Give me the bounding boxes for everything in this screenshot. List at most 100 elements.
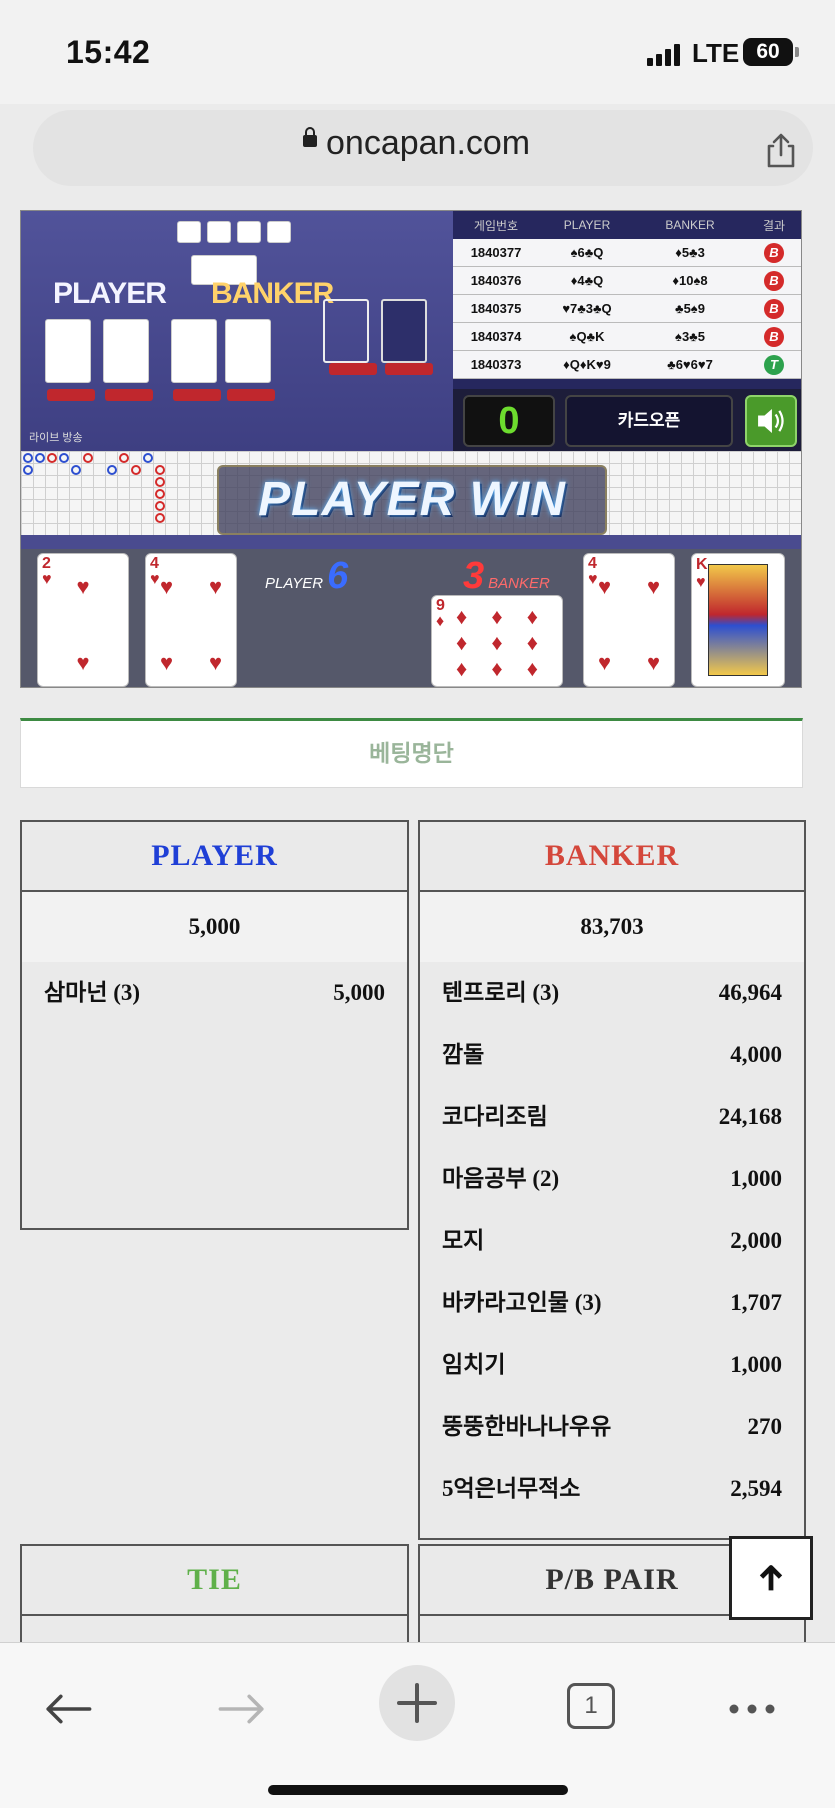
table-label-banker: BANKER: [211, 277, 334, 310]
speaker-icon[interactable]: [745, 395, 797, 447]
road-marker: [155, 489, 165, 499]
history-row: 1840377 ♠6♣Q ♦5♣3 B: [453, 239, 801, 267]
share-icon[interactable]: [761, 128, 801, 170]
table-marker: [227, 389, 275, 401]
history-row: 1840376 ♦4♣Q ♦10♠8 B: [453, 267, 801, 295]
signal-icon: [647, 42, 680, 66]
table-card: [103, 319, 149, 383]
arrow-up-icon: [759, 1565, 783, 1591]
back-button[interactable]: [38, 1679, 98, 1739]
result-banner: PLAYER WIN: [217, 465, 607, 535]
history-row: 1840373 ♦Q♦K♥9 ♣6♥6♥7 T: [453, 351, 801, 379]
live-table-view: PLAYER BANKER 라이브 방송: [21, 211, 453, 451]
scroll-to-top-button[interactable]: [729, 1536, 813, 1620]
table-card: [225, 319, 271, 383]
history-col-id: 게임번호: [473, 218, 519, 233]
road-marker: [23, 453, 33, 463]
table-marker: [173, 389, 221, 401]
road-marker: [155, 465, 165, 475]
player-panel-title: PLAYER: [22, 822, 407, 892]
tie-panel-title: TIE: [22, 1546, 407, 1616]
new-tab-button[interactable]: [379, 1665, 455, 1741]
tabs-button[interactable]: 1: [567, 1683, 615, 1729]
road-marker: [143, 453, 153, 463]
home-indicator: [268, 1785, 568, 1795]
table-card-slot: [323, 299, 369, 363]
card-open-button[interactable]: 카드오픈: [565, 395, 733, 447]
banker-bets-panel: BANKER 83,703 텐프로리 (3) 46,964 깜돌 4,000 코다리…: [418, 820, 806, 1540]
road-marker: [59, 453, 69, 463]
game-history-table: 게임번호 PLAYER BANKER 결과 1840377 ♠6♣Q ♦5♣3 B 1…: [453, 211, 801, 389]
result-badge: B: [764, 326, 784, 347]
betting-list-header: 베팅명단: [20, 718, 803, 788]
road-marker: [131, 465, 141, 475]
king-face-icon: [708, 564, 768, 676]
lock-icon: [303, 127, 317, 147]
banker-panel-title: BANKER: [420, 822, 804, 892]
forward-button[interactable]: [212, 1679, 272, 1739]
game-video-panel[interactable]: PLAYER BANKER 라이브 방송 게임번호 PLAYER BANKER …: [20, 210, 802, 688]
table-marker: [329, 363, 377, 375]
banker-card: 9 ♦ ♦ ♦ ♦ ♦ ♦ ♦ ♦ ♦ ♦: [431, 595, 563, 687]
bet-entry: 모지 2,000: [442, 1228, 782, 1253]
battery-icon: 60: [743, 38, 793, 66]
banker-card: 4 ♥ ♥ ♥ ♥ ♥: [583, 553, 675, 687]
table-marker: [385, 363, 433, 375]
bet-entry: 마음공부 (2) 1,000: [442, 1166, 782, 1191]
result-badge: T: [764, 354, 784, 375]
table-marker: [47, 389, 95, 401]
table-card: [177, 221, 201, 243]
road-marker: [23, 465, 33, 475]
table-marker: [105, 389, 153, 401]
history-col-result: 결과: [762, 218, 786, 233]
player-card: 4 ♥ ♥ ♥ ♥ ♥: [145, 553, 237, 687]
betting-list-title: 베팅명단: [369, 740, 454, 766]
tie-bets-panel: TIE: [20, 1544, 409, 1642]
table-card: [237, 221, 261, 243]
history-col-banker: BANKER: [665, 218, 715, 232]
table-card: [207, 221, 231, 243]
road-marker: [35, 453, 45, 463]
address-bar[interactable]: oncapan.com: [33, 110, 813, 186]
bet-entry: 임치기 1,000: [442, 1352, 782, 1377]
browser-toolbar: 1: [0, 1642, 835, 1808]
bet-entry: 바카라고인물 (3) 1,707: [442, 1290, 782, 1315]
road-marker: [155, 513, 165, 523]
live-broadcast-label: 라이브 방송: [29, 432, 83, 444]
table-card: [267, 221, 291, 243]
bet-entry: 삼마넌 (3) 5,000: [44, 980, 385, 1005]
banker-card: K ♥: [691, 553, 785, 687]
road-marker: [47, 453, 57, 463]
game-controls: 0 카드오픈: [453, 389, 801, 451]
table-card: [45, 319, 91, 383]
table-label-player: PLAYER: [53, 277, 167, 310]
banker-total: 83,703: [420, 892, 804, 962]
bet-entry: 5억은너무적소 2,594: [442, 1476, 782, 1501]
road-marker: [107, 465, 117, 475]
banker-score: 3 BANKER: [463, 555, 550, 597]
history-header: 게임번호 PLAYER BANKER 결과: [453, 211, 801, 239]
bet-entry: 텐프로리 (3) 46,964: [442, 980, 782, 1005]
player-score: PLAYER 6: [265, 555, 349, 597]
player-card: 2 ♥ ♥ ♥: [37, 553, 129, 687]
arrow-right-icon: [218, 1694, 264, 1724]
more-menu-button[interactable]: [722, 1679, 782, 1739]
history-row: 1840374 ♠Q♣K ♠3♣5 B: [453, 323, 801, 351]
road-marker: [83, 453, 93, 463]
road-marker: [119, 453, 129, 463]
clock: 15:42: [66, 34, 151, 70]
status-bar: 15:42 LTE 60: [0, 0, 835, 104]
web-page[interactable]: PLAYER BANKER 라이브 방송 게임번호 PLAYER BANKER …: [0, 206, 835, 1642]
bet-entry: 깜돌 4,000: [442, 1042, 782, 1067]
history-row: 1840375 ♥7♣3♣Q ♣5♠9 B: [453, 295, 801, 323]
url-domain[interactable]: oncapan.com: [326, 124, 530, 163]
road-marker: [155, 501, 165, 511]
player-bets-panel: PLAYER 5,000 삼마넌 (3) 5,000: [20, 820, 409, 1230]
dealt-cards-area: 2 ♥ ♥ ♥ 4 ♥ ♥ ♥ ♥ ♥ PLAYER 6 3 BANKER 9 ♦ ♦ ♦ ♦ ♦ ♦ ♦ ♦…: [21, 549, 801, 687]
table-card: [171, 319, 217, 383]
result-badge: B: [764, 298, 784, 319]
bet-entry: 뚱뚱한바나나우유 270: [442, 1414, 782, 1439]
plus-icon: [397, 1683, 437, 1723]
more-icon: [729, 1704, 775, 1714]
battery-cap: [795, 47, 799, 57]
